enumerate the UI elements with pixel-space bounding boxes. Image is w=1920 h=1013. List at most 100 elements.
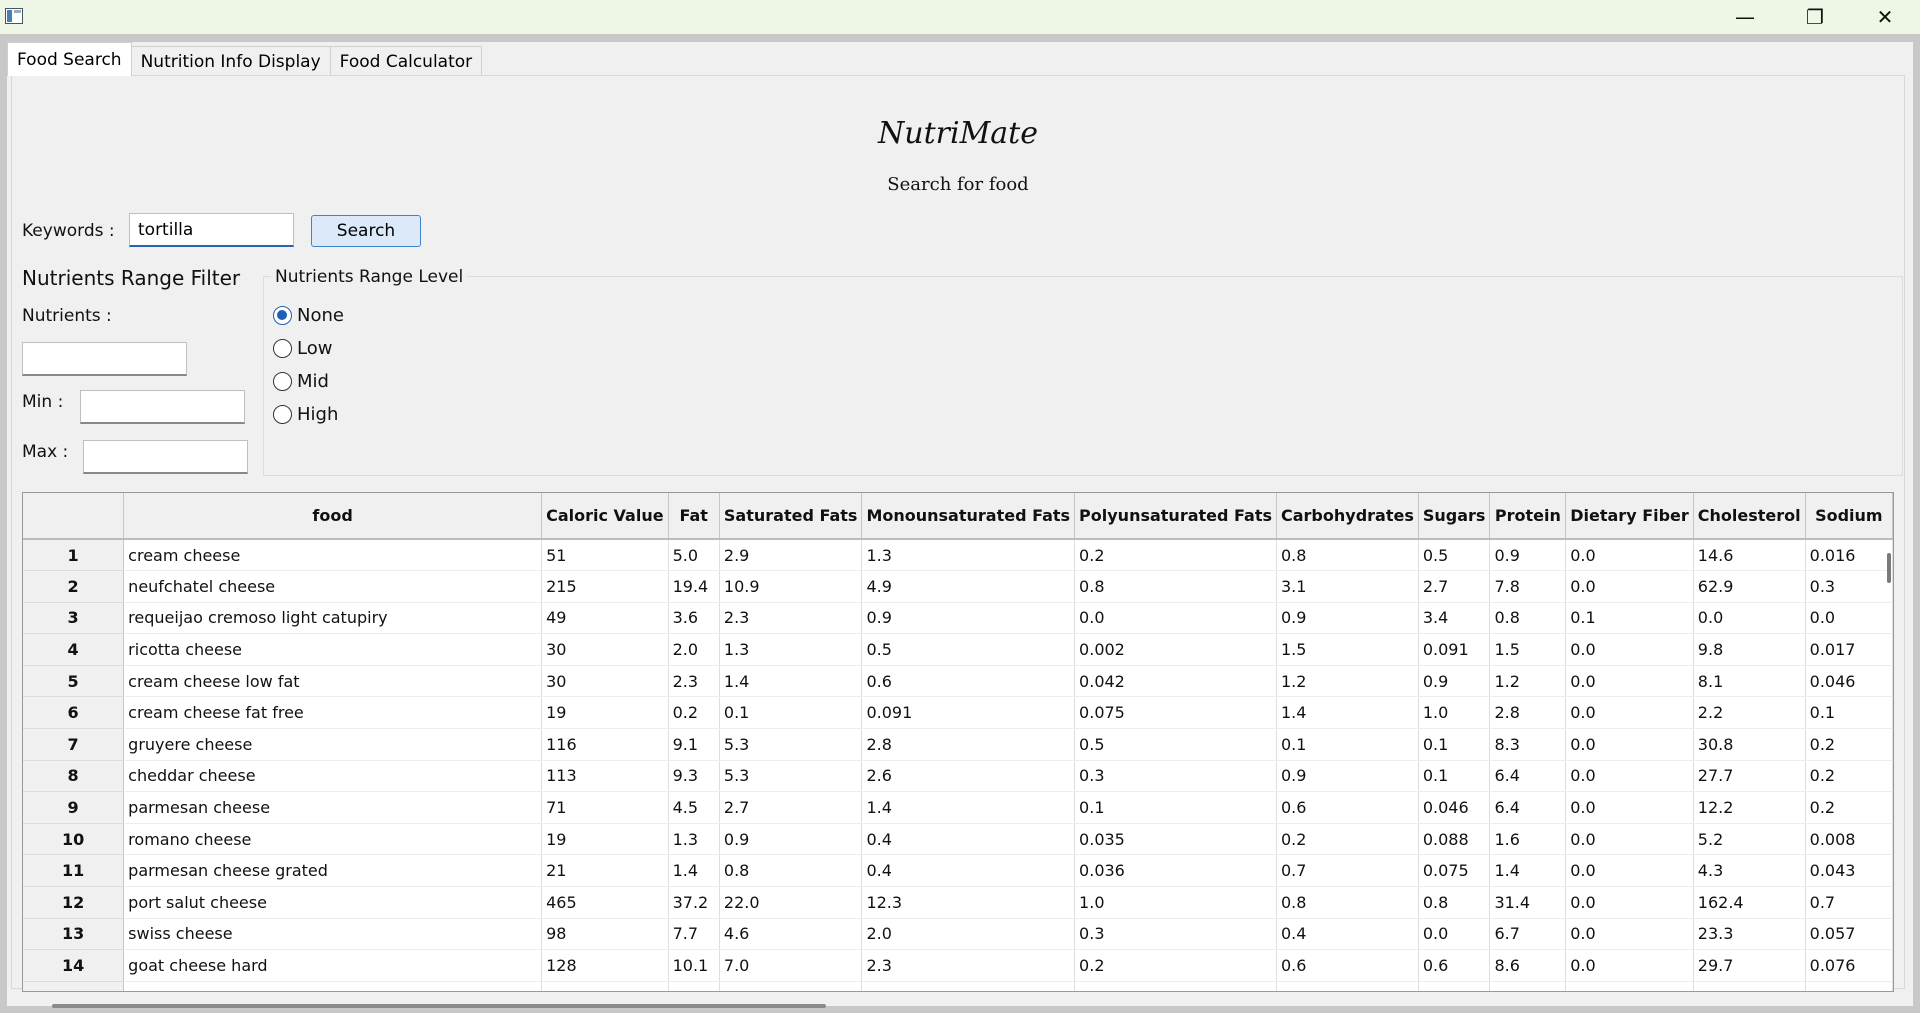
table-cell[interactable]: 0.0 xyxy=(1565,728,1694,761)
table-cell[interactable]: 0.1 xyxy=(1418,760,1491,793)
table-cell[interactable]: 2.8 xyxy=(861,728,1076,761)
table-cell[interactable]: 1.3 xyxy=(861,539,1076,572)
radio-mid[interactable]: Mid xyxy=(273,371,329,392)
table-cell[interactable]: 5.3 xyxy=(719,760,863,793)
table-cell[interactable]: 0.0 xyxy=(1565,665,1694,698)
table-cell[interactable]: 2.7 xyxy=(1418,570,1491,603)
table-cell[interactable]: 128 xyxy=(541,949,669,982)
table-cell[interactable]: 0.0 xyxy=(1565,854,1694,888)
close-button[interactable]: ✕ xyxy=(1850,0,1920,34)
table-cell[interactable]: 3.4 xyxy=(1418,602,1491,635)
table-cell[interactable]: 71 xyxy=(541,791,669,824)
table-cell[interactable]: 51 xyxy=(541,539,669,572)
table-row[interactable]: 3 requeijao cremoso light catupiry 49 3.6 2.… xyxy=(23,602,1893,635)
table-row[interactable]: 10 romano cheese 19 1.3 0.9 0.4 0.035 0.2 0.088 1… xyxy=(23,823,1893,856)
table-row[interactable]: 11 parmesan cheese grated 21 1.4 0.8 0.4 0.036… xyxy=(23,854,1893,888)
table-cell[interactable]: 10.9 xyxy=(719,570,863,603)
column-header[interactable]: Polyunsaturated Fats xyxy=(1074,493,1277,540)
table-cell[interactable]: 30 xyxy=(541,665,669,698)
table-cell[interactable]: 1.2 xyxy=(1489,665,1567,698)
table-cell[interactable]: gruyere cheese xyxy=(123,728,543,761)
table-cell[interactable]: 30 xyxy=(541,633,669,666)
table-cell[interactable]: 1.3 xyxy=(668,823,720,856)
tab-food-search[interactable]: Food Search xyxy=(7,42,132,76)
table-cell[interactable]: romano cheese xyxy=(123,823,543,856)
row-header[interactable]: 8 xyxy=(23,760,125,793)
table-cell[interactable]: 3.1 xyxy=(1276,570,1419,603)
table-cell[interactable]: 0.0 xyxy=(1565,696,1694,730)
table-cell[interactable]: 215 xyxy=(541,570,669,603)
row-header[interactable]: 10 xyxy=(23,823,125,856)
table-cell[interactable]: 31.4 xyxy=(1489,886,1567,919)
table-cell[interactable]: 0.1 xyxy=(1276,728,1419,761)
column-header[interactable]: Carbohydrates xyxy=(1276,493,1419,540)
radio-high[interactable]: High xyxy=(273,404,338,425)
table-cell[interactable]: neufchatel cheese xyxy=(123,570,543,603)
table-cell[interactable]: 0.5 xyxy=(1418,539,1491,572)
table-row[interactable]: 13 swiss cheese 98 7.7 4.6 2.0 0.3 0.4 0.0 6.7 0.0… xyxy=(23,918,1893,951)
table-cell[interactable]: 0.6 xyxy=(1276,791,1419,824)
table-cell[interactable]: 7.8 xyxy=(1489,570,1567,603)
column-header[interactable]: Cholesterol xyxy=(1693,493,1806,540)
table-cell[interactable]: 465 xyxy=(541,886,669,919)
row-header[interactable]: 14 xyxy=(23,949,125,982)
tab-food-calculator[interactable]: Food Calculator xyxy=(329,46,483,76)
table-cell[interactable]: 0.043 xyxy=(1805,854,1893,888)
table-cell[interactable]: 27.7 xyxy=(1693,760,1806,793)
table-cell[interactable]: 0.091 xyxy=(1418,633,1491,666)
table-cell[interactable]: 0.5 xyxy=(1074,728,1277,761)
row-header[interactable]: 12 xyxy=(23,886,125,919)
table-cell[interactable]: 49 xyxy=(541,602,669,635)
table-cell[interactable]: 30.8 xyxy=(1693,728,1806,761)
table-cell[interactable]: 7.7 xyxy=(668,981,720,991)
table-cell[interactable]: 0.0 xyxy=(1418,918,1491,951)
horizontal-scrollbar[interactable] xyxy=(52,1004,826,1008)
nutrients-input[interactable] xyxy=(22,342,187,376)
table-cell[interactable]: 0.2 xyxy=(668,696,720,730)
row-header[interactable]: 11 xyxy=(23,854,125,888)
table-row[interactable]: 8 cheddar cheese 113 9.3 5.3 2.6 0.3 0.9 0.1 6.4 0… xyxy=(23,760,1893,793)
row-header[interactable]: 1 xyxy=(23,539,125,572)
table-cell[interactable]: 8.6 xyxy=(1489,949,1567,982)
table-cell[interactable]: 7.0 xyxy=(719,949,863,982)
table-cell[interactable]: cream cheese xyxy=(123,539,543,572)
table-cell[interactable]: 0.0 xyxy=(1565,633,1694,666)
table-cell[interactable]: 1.4 xyxy=(719,665,863,698)
table-cell[interactable]: 0.6 xyxy=(1276,949,1419,982)
table-cell[interactable]: 0.8 xyxy=(1074,570,1277,603)
table-cell[interactable]: 113 xyxy=(541,760,669,793)
table-cell[interactable]: 2.3 xyxy=(668,665,720,698)
table-cell[interactable]: 6.4 xyxy=(1489,760,1567,793)
table-cell[interactable]: requeijao cremoso light catupiry xyxy=(123,602,543,635)
row-header[interactable]: 6 xyxy=(23,696,125,730)
table-cell[interactable]: 0.0 xyxy=(1565,791,1694,824)
table-cell[interactable]: 0.6 xyxy=(1418,949,1491,982)
table-cell[interactable]: 0.002 xyxy=(1074,633,1277,666)
table-row[interactable]: 7 gruyere cheese 116 9.1 5.3 2.8 0.5 0.1 0.1 8.3 0… xyxy=(23,728,1893,761)
table-cell[interactable]: 9.3 xyxy=(668,760,720,793)
table-cell[interactable]: 10.1 xyxy=(668,949,720,982)
table-cell[interactable]: 5.3 xyxy=(719,728,863,761)
column-header[interactable]: Caloric Value xyxy=(541,493,669,540)
table-cell[interactable]: 0.5 xyxy=(861,633,1076,666)
table-cell[interactable]: 0.017 xyxy=(1805,633,1893,666)
table-cell[interactable]: 4.6 xyxy=(719,918,863,951)
table-row[interactable]: 6 cream cheese fat free 19 0.2 0.1 0.091 0.075… xyxy=(23,696,1893,730)
table-cell[interactable]: 2.0 xyxy=(668,633,720,666)
table-cell[interactable]: 8.1 xyxy=(1693,665,1806,698)
table-cell[interactable]: 1.6 xyxy=(1489,823,1567,856)
table-cell[interactable]: 0.008 xyxy=(1805,823,1893,856)
table-cell[interactable]: 0.1 xyxy=(719,696,863,730)
table-row[interactable]: 15gouda cheese1007.74.92.20.20.60.67.00.… xyxy=(23,981,1893,991)
table-cell[interactable]: 0.6 xyxy=(1276,981,1419,991)
table-cell[interactable]: 1.0 xyxy=(1074,886,1277,919)
table-cell[interactable]: 2.2 xyxy=(861,981,1076,991)
table-cell[interactable]: 21 xyxy=(541,854,669,888)
table-cell[interactable]: 2.3 xyxy=(719,602,863,635)
column-header[interactable]: Sodium xyxy=(1805,493,1893,540)
table-row[interactable]: 5 cream cheese low fat 30 2.3 1.4 0.6 0.042 1.2… xyxy=(23,665,1893,698)
table-cell[interactable]: swiss cheese xyxy=(123,918,543,951)
table-cell[interactable]: 0.075 xyxy=(1418,854,1491,888)
table-cell[interactable]: 162.4 xyxy=(1693,886,1806,919)
table-cell[interactable]: 0.0 xyxy=(1693,602,1806,635)
